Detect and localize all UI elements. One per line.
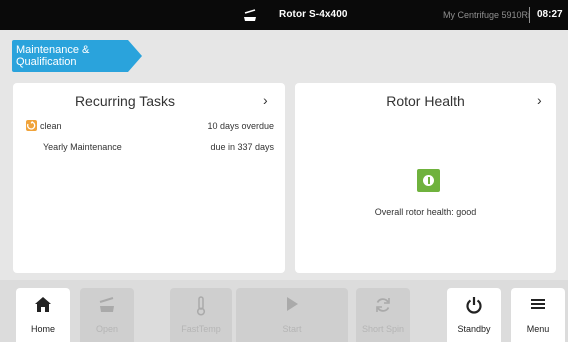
chevron-right-icon[interactable]: › [537, 92, 542, 108]
home-button[interactable]: Home [16, 288, 70, 342]
task-due: 10 days overdue [207, 121, 274, 131]
start-button[interactable]: Start [236, 288, 348, 342]
fasttemp-label: FastTemp [181, 324, 221, 334]
open-button[interactable]: Open [80, 288, 134, 342]
spin-icon [376, 298, 390, 312]
clock: 08:27 [537, 9, 563, 20]
recurring-tasks-card[interactable]: Recurring Tasks › clean 10 days overdue … [13, 83, 285, 273]
thermometer-icon [196, 296, 206, 316]
rotor-title: Rotor S-4x400 [279, 9, 348, 20]
task-name: clean [40, 121, 62, 131]
task-due: due in 337 days [210, 142, 274, 152]
task-name: Yearly Maintenance [43, 142, 122, 152]
home-icon [35, 297, 51, 312]
chevron-right-icon[interactable]: › [263, 92, 268, 108]
short-spin-button[interactable]: Short Spin [356, 288, 410, 342]
status-bar: Rotor S-4x400 My Centrifuge 5910Ri 08:27 [0, 0, 568, 30]
menu-icon [531, 299, 545, 309]
fasttemp-button[interactable]: FastTemp [170, 288, 232, 342]
rotor-health-card[interactable]: Rotor Health › Overall rotor health: goo… [295, 83, 556, 273]
menu-label: Menu [526, 324, 550, 334]
home-label: Home [30, 324, 55, 334]
bottom-toolbar: Home Open FastTemp Start Short Spin Stan… [0, 280, 568, 342]
play-icon [287, 297, 298, 311]
power-icon [466, 297, 482, 314]
standby-label: Standby [457, 324, 491, 334]
rotor-icon [244, 9, 256, 21]
warning-icon [26, 120, 37, 131]
breadcrumb-label: Maintenance & Qualification [16, 44, 90, 68]
lid-icon [99, 297, 114, 312]
recurring-tasks-title: Recurring Tasks [74, 93, 176, 109]
menu-button[interactable]: Menu [511, 288, 565, 342]
short-spin-label: Short Spin [361, 324, 405, 334]
start-label: Start [282, 324, 302, 334]
rotor-health-title: Rotor Health [386, 93, 465, 109]
breadcrumb[interactable]: Maintenance & Qualification [12, 40, 142, 72]
standby-button[interactable]: Standby [447, 288, 501, 342]
open-label: Open [95, 324, 119, 334]
info-icon [417, 169, 440, 192]
status-divider [529, 7, 530, 23]
rotor-health-status: Overall rotor health: good [374, 207, 477, 217]
device-name: My Centrifuge 5910Ri [443, 10, 531, 20]
